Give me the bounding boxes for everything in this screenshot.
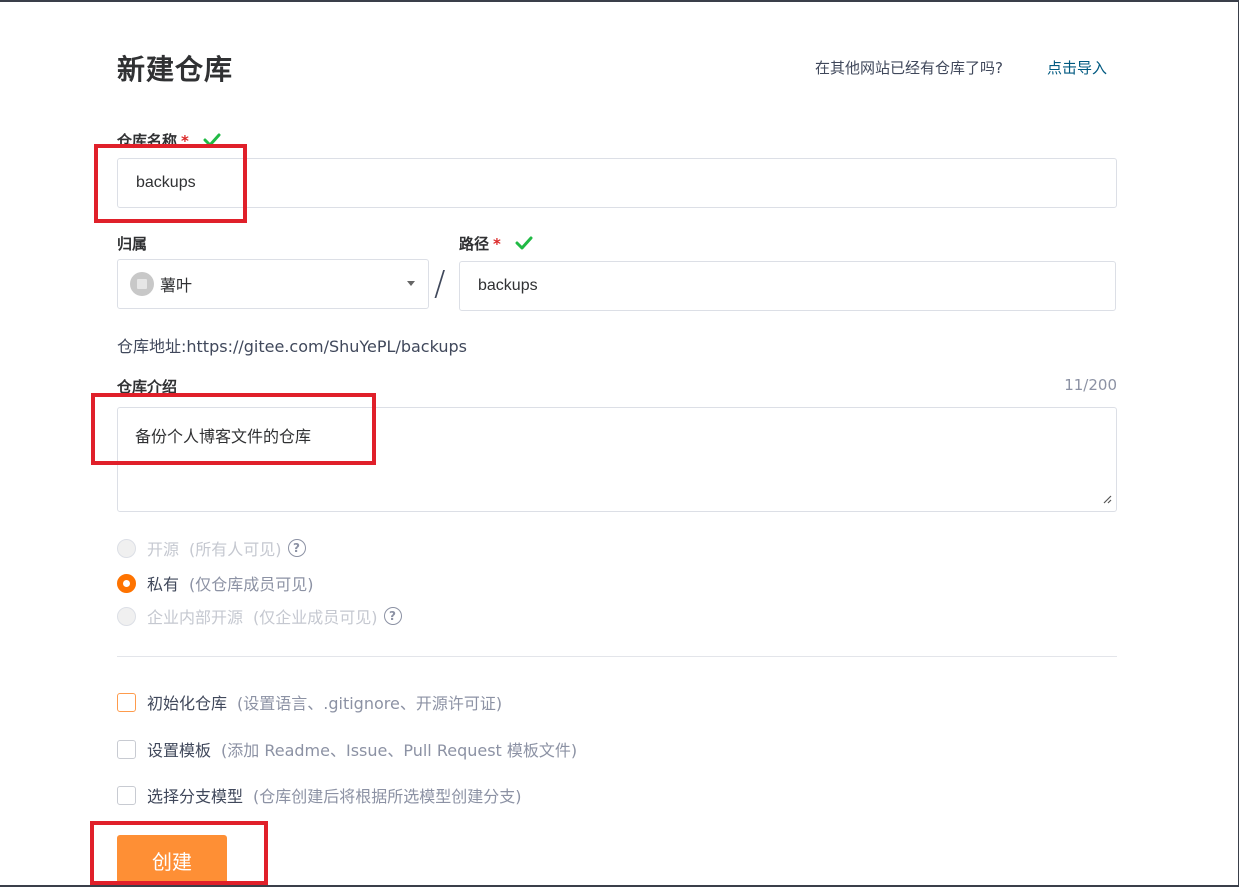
avatar (130, 272, 154, 296)
visibility-private[interactable]: 私有 (仅仓库成员可见) (117, 571, 314, 595)
visibility-enterprise[interactable]: 企业内部开源 (仅企业成员可见) ? (117, 604, 402, 628)
path-input[interactable]: backups (459, 261, 1116, 311)
path-label-text: 路径 (459, 235, 490, 253)
radio-enterprise[interactable] (117, 606, 136, 626)
page-title: 新建仓库 (117, 53, 234, 86)
window-top-border (0, 0, 1239, 2)
owner-label: 归属 (117, 235, 148, 253)
path-label: 路径 * (459, 233, 533, 254)
option-note: (添加 Readme、Issue、Pull Request 模板文件) (221, 741, 578, 760)
highlight-box-create (90, 821, 268, 885)
radio-note: (所有人可见) (189, 540, 282, 559)
option-note: (仓库创建后将根据所选模型创建分支) (253, 787, 522, 806)
option-note: (设置语言、.gitignore、开源许可证) (237, 694, 503, 713)
repo-name-input[interactable]: backups (117, 158, 1117, 208)
option-branch-model[interactable]: 选择分支模型 (仓库创建后将根据所选模型创建分支) (117, 783, 522, 807)
option-template[interactable]: 设置模板 (添加 Readme、Issue、Pull Request 模板文件) (117, 737, 577, 761)
path-separator: / (434, 264, 446, 304)
checkbox-init[interactable] (117, 692, 136, 712)
option-init-repo[interactable]: 初始化仓库 (设置语言、.gitignore、开源许可证) (117, 690, 502, 714)
required-mark: * (493, 235, 501, 253)
import-question: 在其他网站已经有仓库了吗? (815, 59, 1003, 77)
option-label: 初始化仓库 (147, 694, 228, 713)
divider (117, 656, 1117, 657)
option-label: 选择分支模型 (147, 787, 244, 806)
owner-value: 薯叶 (160, 276, 193, 295)
highlight-box-description (91, 393, 376, 465)
help-icon[interactable]: ? (287, 539, 306, 557)
owner-select[interactable]: 薯叶 (117, 259, 429, 309)
checkbox-template[interactable] (117, 739, 136, 759)
checkbox-branch[interactable] (117, 785, 136, 805)
repo-address: 仓库地址:https://gitee.com/ShuYePL/backups (117, 337, 468, 356)
caret-down-icon (407, 281, 415, 286)
radio-label: 企业内部开源 (147, 608, 244, 627)
radio-public[interactable] (117, 538, 136, 558)
radio-note: (仅仓库成员可见) (189, 575, 314, 594)
visibility-public[interactable]: 开源 (所有人可见) ? (117, 536, 306, 560)
highlight-box-repo-name (94, 144, 247, 223)
valid-check-icon (515, 236, 533, 254)
import-link[interactable]: 点击导入 (1047, 57, 1107, 78)
resize-handle-icon[interactable] (1102, 489, 1112, 508)
description-counter: 11/200 (1064, 376, 1117, 394)
help-icon[interactable]: ? (383, 607, 402, 625)
radio-label: 开源 (147, 540, 180, 559)
option-label: 设置模板 (147, 741, 212, 760)
radio-private[interactable] (117, 573, 136, 593)
radio-label: 私有 (147, 575, 180, 594)
radio-note: (仅企业成员可见) (253, 608, 378, 627)
